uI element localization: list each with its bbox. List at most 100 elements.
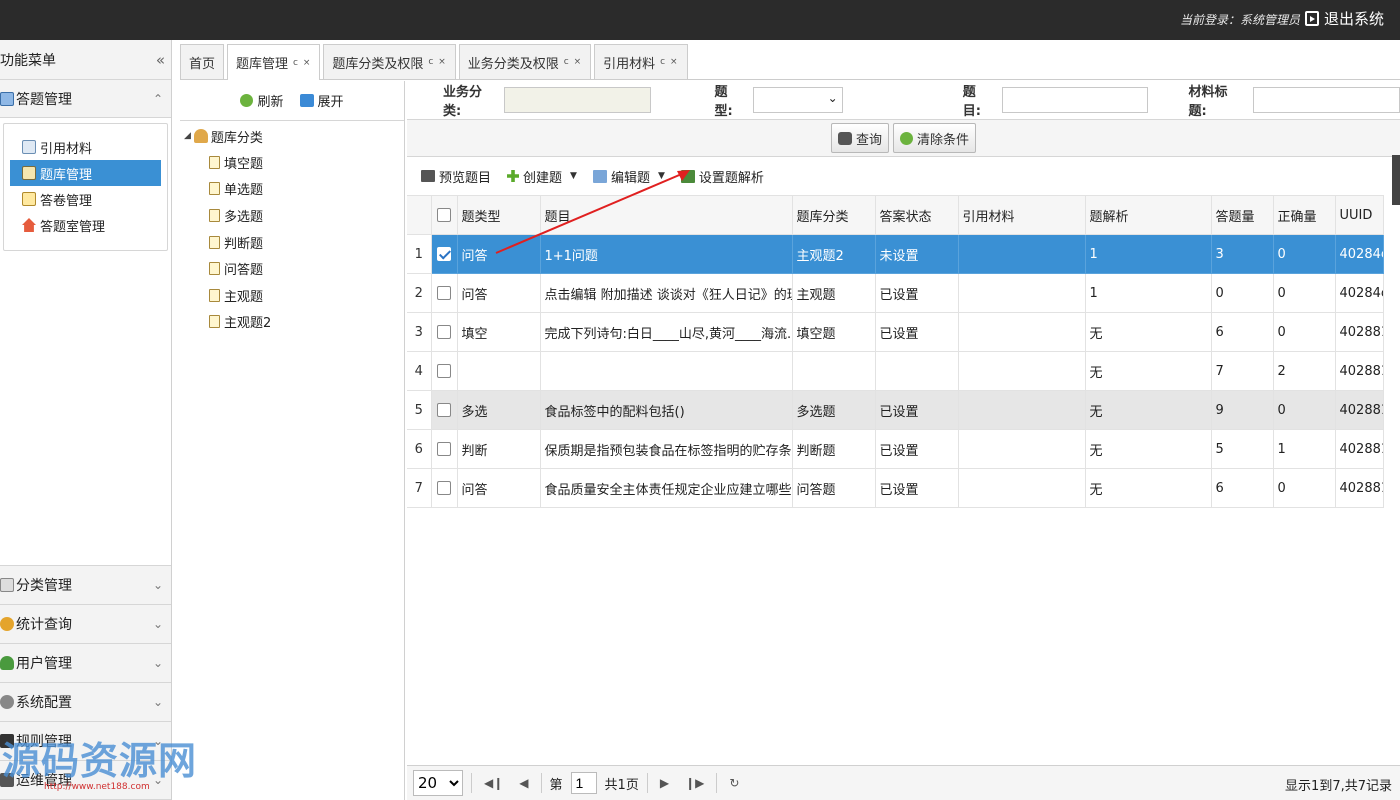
tree-root[interactable]: ◢ 题库分类 — [180, 123, 404, 149]
tab-business-category-permissions[interactable]: 业务分类及权限 c × — [458, 44, 592, 79]
refresh-icon — [240, 94, 254, 107]
column-header[interactable]: 引用材料 — [957, 195, 1086, 235]
tree-node-label: 主观题2 — [224, 316, 272, 332]
logout-button[interactable]: 退出系统 — [1304, 8, 1384, 29]
column-header[interactable]: 题目 — [539, 195, 793, 235]
column-header[interactable]: 题库分类 — [791, 195, 876, 235]
next-page-icon[interactable]: ▶ — [656, 776, 673, 790]
cell-answers: 6 — [1210, 468, 1274, 508]
section-category-management[interactable]: 分类管理 ⌄ — [0, 566, 171, 605]
scroll-handle[interactable] — [1392, 155, 1400, 205]
pagination-info: 显示1到7,共7记录 — [1285, 779, 1392, 794]
table-row[interactable]: 2问答点击编辑 附加描述 谈谈对《狂人日记》的理解主观题已设置10040284c… — [407, 273, 1384, 313]
material-title-input[interactable] — [1253, 87, 1400, 113]
table-row[interactable]: 1问答1+1问题主观题2未设置13040284c8 — [407, 234, 1384, 274]
search-buttons: 查询 清除条件 — [407, 119, 1400, 157]
edit-question-button[interactable]: 编辑题 ▼ — [587, 162, 671, 190]
cell-type: 多选 — [456, 390, 541, 430]
preview-question-button[interactable]: 预览题目 — [415, 162, 497, 190]
category-icon — [0, 578, 14, 592]
table-row[interactable]: 4 无72402881e — [407, 351, 1384, 391]
cell-material — [957, 468, 1086, 508]
table-row[interactable]: 7 问答食品质量安全主体责任规定企业应建立哪些制度问答题已设置 无60402881e — [407, 468, 1384, 508]
sidebar-item-answer-sheets[interactable]: 答卷管理 — [10, 186, 161, 212]
analysis-label: 设置题解析 — [698, 170, 764, 186]
tab-home[interactable]: 首页 — [180, 44, 225, 79]
tree-node[interactable]: 单选题 — [180, 176, 404, 203]
analysis-book-icon — [680, 169, 695, 183]
tree-node[interactable]: 主观题 — [180, 282, 404, 309]
row-checkbox[interactable] — [430, 390, 458, 430]
tab-question-bank[interactable]: 题库管理 c × — [227, 44, 321, 80]
sidebar-item-answer-rooms[interactable]: 答题室管理 — [10, 212, 161, 238]
cell-status: 已设置 — [874, 312, 959, 352]
cell-status: 已设置 — [874, 468, 959, 508]
bank-icon — [22, 166, 36, 180]
paper-icon — [22, 192, 36, 206]
set-analysis-button[interactable]: 设置题解析 — [675, 162, 770, 190]
row-number: 3 — [407, 312, 432, 352]
reload-icon[interactable]: ↻ — [725, 776, 743, 790]
question-input[interactable] — [1001, 87, 1149, 113]
cell-material — [957, 234, 1086, 274]
cell-status: 已设置 — [874, 390, 959, 430]
tab-close-icon[interactable]: c × — [293, 58, 311, 68]
checkbox-icon — [437, 403, 451, 417]
column-header[interactable]: 题解析 — [1084, 195, 1212, 235]
sidebar-item-question-bank[interactable]: 题库管理 — [10, 160, 161, 186]
section-system-config[interactable]: 系统配置 ⌄ — [0, 683, 171, 722]
clear-conditions-button[interactable]: 清除条件 — [893, 123, 977, 153]
table-row[interactable]: 3 填空 完成下列诗句:白日____山尽,黄河____海流. 填空题 已设置 无 6 0 402… — [407, 312, 1384, 352]
row-checkbox[interactable] — [430, 312, 458, 352]
table-row[interactable]: 5 多选食品标签中的配料包括()多选题已设置 无90402881e — [407, 390, 1384, 430]
column-header[interactable]: 题类型 — [456, 195, 541, 235]
query-button[interactable]: 查询 — [830, 123, 889, 153]
cell-type: 问答 — [456, 234, 541, 274]
expand-button[interactable]: 展开 — [299, 91, 344, 110]
tab-label: 题库管理 — [236, 57, 289, 72]
last-page-icon[interactable]: ❙▶ — [681, 776, 708, 790]
column-header[interactable]: 答案状态 — [874, 195, 959, 235]
create-question-button[interactable]: 创建题 ▼ — [501, 162, 583, 190]
tree-node[interactable]: 多选题 — [180, 202, 404, 229]
cell-uuid: 40284c8 — [1334, 273, 1384, 313]
section-statistics[interactable]: 统计查询 ⌄ — [0, 605, 171, 644]
tree-node[interactable]: 主观题2 — [180, 309, 404, 336]
tree-node[interactable]: 判断题 — [180, 229, 404, 256]
column-header[interactable]: 正确量 — [1272, 195, 1336, 235]
material-title-label: 材料标题: — [1188, 85, 1228, 119]
page-size-select[interactable]: 20 — [413, 770, 463, 796]
select-all-checkbox[interactable] — [430, 195, 458, 235]
column-header[interactable]: UUID — [1334, 195, 1384, 235]
row-checkbox[interactable] — [430, 234, 458, 274]
expand-triangle-icon[interactable]: ◢ — [184, 131, 191, 141]
sidebar-item-materials[interactable]: 引用材料 — [10, 134, 161, 160]
row-checkbox[interactable] — [430, 429, 458, 469]
collapse-sidebar-icon[interactable]: « — [156, 51, 165, 69]
refresh-button[interactable]: 刷新 — [240, 91, 284, 110]
column-header[interactable]: 答题量 — [1210, 195, 1274, 235]
row-checkbox[interactable] — [430, 351, 458, 391]
checkbox-icon — [437, 481, 451, 495]
table-row[interactable]: 6 判断保质期是指预包装食品在标签指明的贮存条件下判断题已设置 无51402881e — [407, 429, 1384, 469]
row-checkbox[interactable] — [430, 273, 458, 313]
tree-node[interactable]: 填空题 — [180, 149, 404, 176]
tab-close-icon[interactable]: c × — [564, 57, 582, 67]
tab-close-icon[interactable]: c × — [660, 57, 678, 67]
row-checkbox[interactable] — [430, 468, 458, 508]
row-number: 7 — [407, 468, 432, 508]
first-page-icon[interactable]: ◀❙ — [480, 776, 507, 790]
section-user-management[interactable]: 用户管理 ⌄ — [0, 644, 171, 683]
cell-material — [957, 273, 1086, 313]
tab-bank-category-permissions[interactable]: 题库分类及权限 c × — [323, 44, 456, 79]
tree-node[interactable]: 问答题 — [180, 255, 404, 282]
tab-label: 首页 — [189, 56, 216, 72]
cell-analysis: 无 — [1084, 429, 1212, 469]
question-type-select[interactable]: ⌄ — [753, 87, 843, 113]
section-answer-management[interactable]: 答题管理 ⌃ — [0, 80, 171, 118]
tab-close-icon[interactable]: c × — [428, 57, 446, 67]
tab-materials[interactable]: 引用材料 c × — [594, 44, 688, 79]
business-category-field[interactable] — [503, 87, 651, 113]
page-number-input[interactable] — [570, 772, 597, 794]
prev-page-icon[interactable]: ◀ — [515, 776, 532, 790]
